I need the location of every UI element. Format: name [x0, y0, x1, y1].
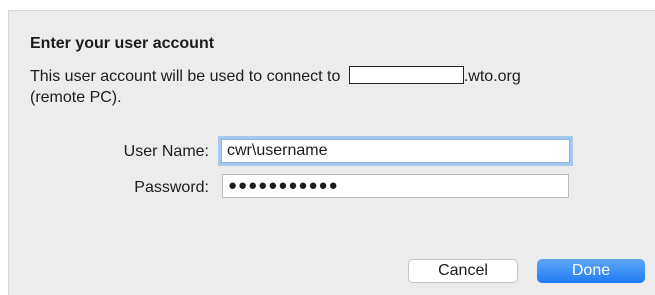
user-account-dialog: Enter your user account This user accoun… [8, 10, 655, 295]
done-button[interactable]: Done [537, 259, 645, 283]
username-field[interactable]: cwr\username [221, 139, 570, 163]
message-domain-suffix: .wto.org [463, 68, 521, 85]
message-line-1: This user account will be used to connec… [30, 66, 521, 87]
password-label: Password: [134, 179, 209, 196]
password-field[interactable]: ●●●●●●●●●●● [222, 174, 569, 198]
message-line-2: (remote PC). [30, 89, 122, 106]
cancel-button[interactable]: Cancel [408, 259, 518, 283]
redacted-hostname-box [348, 66, 464, 84]
username-label: User Name: [123, 143, 209, 160]
dialog-message: This user account will be used to connec… [30, 66, 521, 108]
dialog-title: Enter your user account [30, 35, 215, 52]
message-prefix: This user account will be used to connec… [30, 68, 345, 85]
